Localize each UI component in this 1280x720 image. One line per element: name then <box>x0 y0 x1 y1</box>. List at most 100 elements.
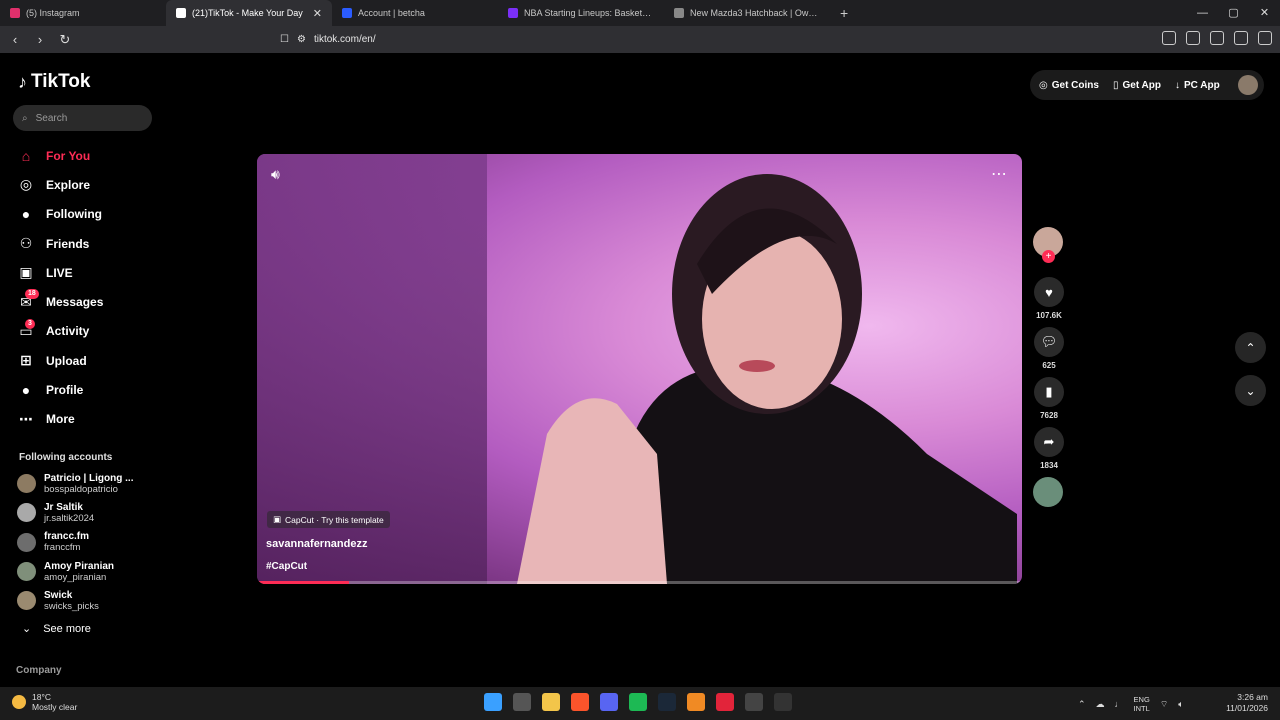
browser-tab-bar: (5) Instagram (21)TikTok - Make Your Day ✕… <box>0 0 1280 26</box>
sidebar-item-upload[interactable]: ⊞ Upload <box>18 346 103 375</box>
sidebar-item-more[interactable]: ⋯ More <box>18 405 103 434</box>
speaker-icon[interactable]: 🔈︎ <box>1178 699 1183 710</box>
brave-browser-icon[interactable] <box>571 693 589 711</box>
next-video-button[interactable]: ⌄ <box>1235 375 1266 406</box>
reload-button[interactable]: ↻ <box>55 32 75 48</box>
maximize-button[interactable]: ▢ <box>1218 0 1249 26</box>
app-icon-2[interactable] <box>716 693 734 711</box>
sidebar-item-profile[interactable]: ● Profile <box>18 375 103 404</box>
bookmark-icon[interactable]: ▮ <box>1034 377 1064 407</box>
music-disc[interactable] <box>1033 477 1063 507</box>
new-tab-button[interactable]: + <box>830 5 858 21</box>
save-count: 7628 <box>1040 411 1058 420</box>
app-icon-3[interactable] <box>745 693 763 711</box>
windows-start-icon[interactable] <box>484 693 502 711</box>
weather-widget[interactable]: 18°C Mostly clear <box>12 692 77 712</box>
video-player[interactable]: 🔊︎ ⋯ ▣ CapCut · Try this template savann… <box>257 154 1022 584</box>
following-account-item[interactable]: Swick swicks_picks <box>17 586 133 615</box>
pc-app-button[interactable]: ↓ PC App <box>1175 80 1220 91</box>
clock[interactable]: 3:26 am 11/01/2026 <box>1226 692 1268 714</box>
sidebar-item-label: Messages <box>46 295 104 310</box>
browser-tab[interactable]: Account | betcha <box>332 0 498 26</box>
browser-tab[interactable]: (5) Instagram <box>0 0 166 26</box>
sidebar-item-for-you[interactable]: ⌂ For You <box>18 141 103 170</box>
sidebar-item-following[interactable]: ● Following <box>18 200 103 229</box>
sidebar-item-label: Explore <box>46 177 91 192</box>
discord-icon[interactable] <box>600 693 618 711</box>
sidebar-item-messages[interactable]: ✉ Messages 18 <box>18 287 103 316</box>
forward-button[interactable]: › <box>30 32 50 47</box>
action-column: + ♥ 107.6K 💬︎ 625 ▮ 7628 ➦ 1834 <box>1033 227 1065 507</box>
more-options-icon[interactable]: ⋯ <box>991 164 1008 184</box>
browser-tab[interactable]: (21)TikTok - Make Your Day ✕ <box>166 0 332 26</box>
follow-plus-icon[interactable]: + <box>1042 250 1055 263</box>
network-icon[interactable]: ☁ <box>1096 699 1105 710</box>
get-coins-button[interactable]: ◎ Get Coins <box>1039 80 1099 91</box>
profile-avatar-icon: ● <box>21 382 31 399</box>
following-account-item[interactable]: Patricio | Ligong ... bosspaldopatricio <box>17 469 133 498</box>
sidebar-icon[interactable] <box>1210 31 1224 45</box>
comment-action[interactable]: 💬︎ 625 <box>1033 327 1065 370</box>
search-icon: ⌕ <box>22 112 28 124</box>
heart-icon[interactable]: ♥ <box>1034 277 1064 307</box>
language-indicator[interactable]: ENG INTL <box>1134 695 1150 713</box>
sidebar-item-friends[interactable]: ⚇ Friends <box>18 229 103 258</box>
following-accounts-title: Following accounts <box>19 452 113 463</box>
search-taskbar-icon[interactable] <box>513 693 531 711</box>
back-button[interactable]: ‹ <box>5 32 25 47</box>
sidebar-item-label: Following <box>46 207 102 222</box>
capcut-template-link[interactable]: ▣ CapCut · Try this template <box>267 511 390 528</box>
top-actions: ◎ Get Coins ▯ Get App ↓ PC App <box>1030 70 1264 100</box>
creator-avatar[interactable]: + <box>1033 227 1063 263</box>
wallet-icon[interactable] <box>1234 31 1248 45</box>
tab-title: NBA Starting Lineups: Basketball Da <box>524 8 654 18</box>
like-action[interactable]: ♥ 107.6K <box>1033 277 1065 320</box>
file-explorer-icon[interactable] <box>542 693 560 711</box>
share-icon[interactable]: ➦ <box>1034 427 1064 457</box>
video-hashtag[interactable]: #CapCut <box>266 561 307 572</box>
sidebar-item-explore[interactable]: ◎ Explore <box>18 170 103 199</box>
close-window-button[interactable]: ✕ <box>1249 0 1280 26</box>
following-account-item[interactable]: Jr Saltik jr.saltik2024 <box>17 498 133 527</box>
tab-title: New Mazda3 Hatchback | Own The M <box>690 8 820 18</box>
previous-video-button[interactable]: ⌃ <box>1235 332 1266 363</box>
minimize-button[interactable]: — <box>1187 0 1218 26</box>
site-info-icon[interactable]: ⚙ <box>297 34 306 45</box>
avatar <box>17 562 36 582</box>
extensions-icon[interactable] <box>1162 31 1176 45</box>
avatar <box>17 591 36 611</box>
save-action[interactable]: ▮ 7628 <box>1033 377 1065 420</box>
browser-tab[interactable]: New Mazda3 Hatchback | Own The M <box>664 0 830 26</box>
get-app-button[interactable]: ▯ Get App <box>1113 80 1161 91</box>
video-progress-bar[interactable] <box>257 581 1022 584</box>
app-icon-4[interactable] <box>774 693 792 711</box>
taskbar-apps <box>484 693 792 711</box>
phone-icon: ▯ <box>1112 79 1119 91</box>
company-link[interactable]: Company <box>16 665 62 676</box>
bookmark-icon[interactable]: ☐ <box>280 34 289 45</box>
sidebar-item-live[interactable]: ▣ LIVE <box>18 258 103 287</box>
app-icon[interactable] <box>687 693 705 711</box>
following-account-item[interactable]: Amoy Piranian amoy_piranian <box>17 557 133 586</box>
taskbar: 18°C Mostly clear ⌃ ☁ ♩ ENG INTL ⌔ 🔈︎ 3:… <box>0 687 1280 720</box>
wifi-icon[interactable]: ⌔ <box>1160 699 1168 710</box>
steam-icon[interactable] <box>658 693 676 711</box>
tiktok-logo[interactable]: ♪ TikTok <box>18 71 90 93</box>
browser-tab[interactable]: NBA Starting Lineups: Basketball Da <box>498 0 664 26</box>
comment-icon[interactable]: 💬︎ <box>1034 327 1064 357</box>
spotify-icon[interactable] <box>629 693 647 711</box>
menu-icon[interactable] <box>1258 31 1272 45</box>
see-more-button[interactable]: ⌄ See more <box>22 622 91 636</box>
sidebar-item-activity[interactable]: ▭ Activity 3 <box>18 317 103 346</box>
tray-overflow-icon[interactable]: ⌃ <box>1078 699 1086 710</box>
volume-icon[interactable]: 🔊︎ <box>271 166 280 183</box>
media-icon[interactable] <box>1186 31 1200 45</box>
close-tab-icon[interactable]: ✕ <box>313 7 322 20</box>
search-input[interactable]: ⌕ Search <box>13 105 152 131</box>
user-avatar[interactable] <box>1237 75 1258 95</box>
video-username[interactable]: savannafernandezz <box>266 538 367 550</box>
url-field[interactable]: ☐ ⚙ tiktok.com/en/ <box>280 30 1000 49</box>
following-account-item[interactable]: francc.fm franccfm <box>17 528 133 557</box>
share-action[interactable]: ➦ 1834 <box>1033 427 1065 470</box>
microphone-icon[interactable]: ♩ <box>1115 699 1124 709</box>
